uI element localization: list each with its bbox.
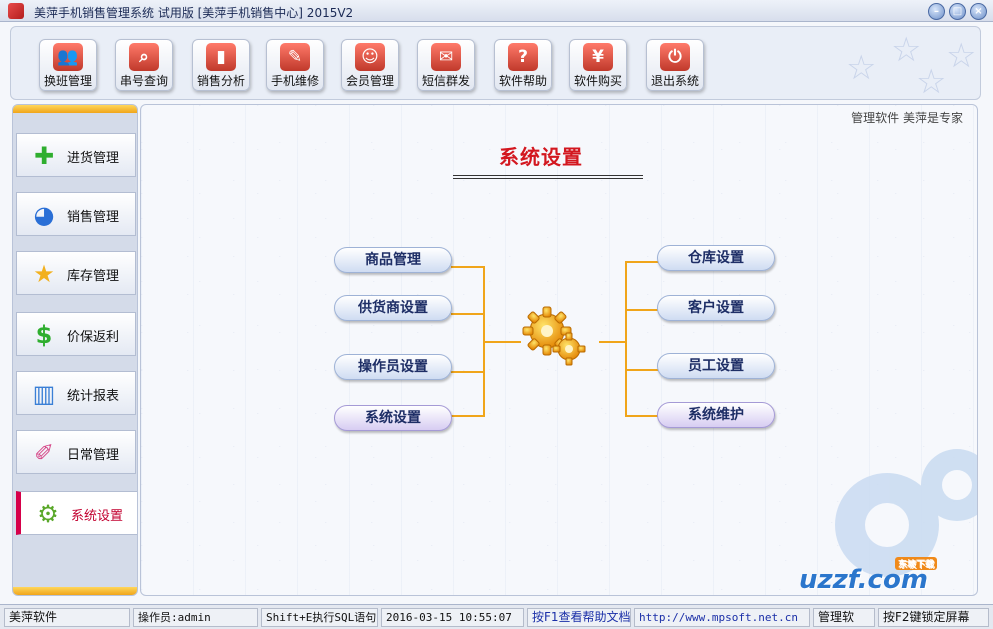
- toolbar-button-label: 会员管理: [345, 74, 394, 88]
- right-connector-branch: [625, 309, 659, 311]
- minimize-button[interactable]: –: [928, 3, 945, 20]
- app-icon: [8, 3, 24, 19]
- toolbar-button-label: 软件帮助: [498, 74, 547, 88]
- title-underline: [453, 175, 643, 179]
- sidebar-item-report[interactable]: ▥ 统计报表: [16, 371, 136, 415]
- sidebar-item-label: 价保返利: [67, 330, 120, 345]
- product-management-button[interactable]: 商品管理: [334, 247, 452, 273]
- sidebar-item-plus[interactable]: ✚ 进货管理: [16, 133, 136, 177]
- sidebar-item-label: 统计报表: [67, 389, 120, 404]
- status-sql-hint: Shift+E执行SQL语句: [261, 608, 378, 627]
- status-operator: 操作员:admin: [133, 608, 258, 627]
- sidebar-item-label: 销售管理: [67, 210, 120, 225]
- sidebar-item-label: 日常管理: [67, 448, 120, 463]
- sidebar-item-pie[interactable]: ◕ 销售管理: [16, 192, 136, 236]
- operator-settings-button[interactable]: 操作员设置: [334, 354, 452, 380]
- warehouse-settings-button[interactable]: 仓库设置: [657, 245, 775, 271]
- main-panel: 管理软件 美萍是专家 系统设置 商品管理 供货商设置 操作员设置 系统设置 仓库…: [140, 104, 978, 596]
- supplier-settings-button[interactable]: 供货商设置: [334, 295, 452, 321]
- system-maintenance-button[interactable]: 系统维护: [657, 402, 775, 428]
- customer-settings-button[interactable]: 客户设置: [657, 295, 775, 321]
- yen-icon: ¥: [583, 43, 613, 71]
- plus-icon: ✚: [33, 142, 55, 170]
- left-connector-branch: [451, 313, 485, 315]
- page-title: 系统设置: [499, 145, 583, 169]
- system-settings-button[interactable]: 系统设置: [334, 405, 452, 431]
- status-lock-hint: 按F2键锁定屏幕: [878, 608, 989, 627]
- sidebar-item-label: 库存管理: [67, 269, 120, 284]
- toolbar-button-label: 软件购买: [573, 74, 622, 88]
- wrench-icon: ✎: [280, 43, 310, 71]
- sidebar-item-dollar[interactable]: $ 价保返利: [16, 312, 136, 356]
- main-toolbar: ☆ ☆ ☆ ☆ 👥 换班管理 ⌕ 串号查询 ▮ 销售分析 ✎ 手机维修 ☺ 会员管理 ✉ 短信群发? 软…: [10, 26, 981, 100]
- toolbar-button-label: 换班管理: [43, 74, 92, 88]
- window-title: 美萍手机销售管理系统 试用版 [美萍手机销售中心] 2015V2: [34, 6, 354, 20]
- status-truncated: 管理软: [813, 608, 875, 627]
- bar-chart-icon: ▮: [206, 43, 236, 71]
- help-icon: ?: [508, 43, 538, 71]
- gears-icon: [522, 306, 586, 366]
- toolbar-button-help[interactable]: ? 软件帮助: [494, 39, 552, 91]
- title-bar: 美萍手机销售管理系统 试用版 [美萍手机销售中心] 2015V2 – □ ×: [0, 0, 993, 22]
- envelope-icon: ✉: [431, 43, 461, 71]
- member-icon: ☺: [355, 43, 385, 71]
- toolbar-button-label: 短信群发: [421, 74, 470, 88]
- sidebar-item-star[interactable]: ★ 库存管理: [16, 251, 136, 295]
- search-icon: ⌕: [129, 43, 159, 71]
- star-icon: ★: [33, 260, 55, 288]
- employee-settings-button[interactable]: 员工设置: [657, 353, 775, 379]
- star-decoration-icon: ☆: [916, 62, 947, 100]
- nav-top-bar: [13, 105, 137, 113]
- close-button[interactable]: ×: [970, 3, 987, 20]
- sidebar-item-broom[interactable]: ✐ 日常管理: [16, 430, 136, 474]
- star-decoration-icon: ☆: [846, 48, 877, 88]
- status-bar: 美萍软件 操作员:admin Shift+E执行SQL语句 2016-03-15…: [0, 604, 993, 629]
- right-connector-branch: [625, 369, 659, 371]
- gear-icon: ⚙: [37, 500, 59, 528]
- status-datetime: 2016-03-15 10:55:07: [381, 608, 524, 627]
- left-connector: [451, 266, 485, 417]
- left-connector-stem: [485, 341, 521, 343]
- dollar-icon: $: [35, 321, 53, 349]
- watermark-logo: uzzf.com 东坡下载: [799, 557, 969, 595]
- right-connector: [625, 261, 659, 417]
- toolbar-button-label: 手机维修: [270, 74, 319, 88]
- star-decoration-icon: ☆: [946, 36, 977, 76]
- toolbar-button-bar-chart[interactable]: ▮ 销售分析: [192, 39, 250, 91]
- report-icon: ▥: [32, 380, 56, 408]
- toolbar-button-users[interactable]: 👥 换班管理: [39, 39, 97, 91]
- sidebar-item-label: 进货管理: [67, 151, 120, 166]
- toolbar-button-label: 退出系统: [650, 74, 699, 88]
- power-icon: ⏻: [660, 43, 690, 71]
- website-link[interactable]: http://www.mpsoft.net.cn: [634, 608, 810, 627]
- broom-icon: ✐: [33, 439, 55, 467]
- left-navigation: ✚ 进货管理 ◕ 销售管理 ★ 库存管理 $ 价保返利 ▥ 统计报表 ✐ 日常管理 ⚙ 系统设置: [12, 104, 138, 596]
- users-icon: 👥: [53, 43, 83, 71]
- toolbar-button-wrench[interactable]: ✎ 手机维修: [266, 39, 324, 91]
- toolbar-button-member[interactable]: ☺ 会员管理: [341, 39, 399, 91]
- restore-button[interactable]: □: [949, 3, 966, 20]
- watermark-tag: 东坡下载: [895, 557, 938, 570]
- status-company: 美萍软件: [4, 608, 130, 627]
- slogan-text: 管理软件 美萍是专家: [851, 111, 963, 125]
- toolbar-button-label: 串号查询: [119, 74, 168, 88]
- toolbar-button-search[interactable]: ⌕ 串号查询: [115, 39, 173, 91]
- sidebar-item-label: 系统设置: [71, 509, 124, 524]
- right-connector-stem: [599, 341, 627, 343]
- toolbar-button-label: 销售分析: [196, 74, 245, 88]
- help-link[interactable]: 按F1查看帮助文档: [527, 608, 631, 627]
- left-connector-branch: [451, 371, 485, 373]
- toolbar-button-yen[interactable]: ¥ 软件购买: [569, 39, 627, 91]
- nav-bottom-bar: [13, 587, 137, 595]
- sidebar-item-gear[interactable]: ⚙ 系统设置: [16, 491, 137, 535]
- toolbar-button-power[interactable]: ⏻ 退出系统: [646, 39, 704, 91]
- toolbar-button-envelope[interactable]: ✉ 短信群发: [417, 39, 475, 91]
- pie-icon: ◕: [33, 201, 55, 229]
